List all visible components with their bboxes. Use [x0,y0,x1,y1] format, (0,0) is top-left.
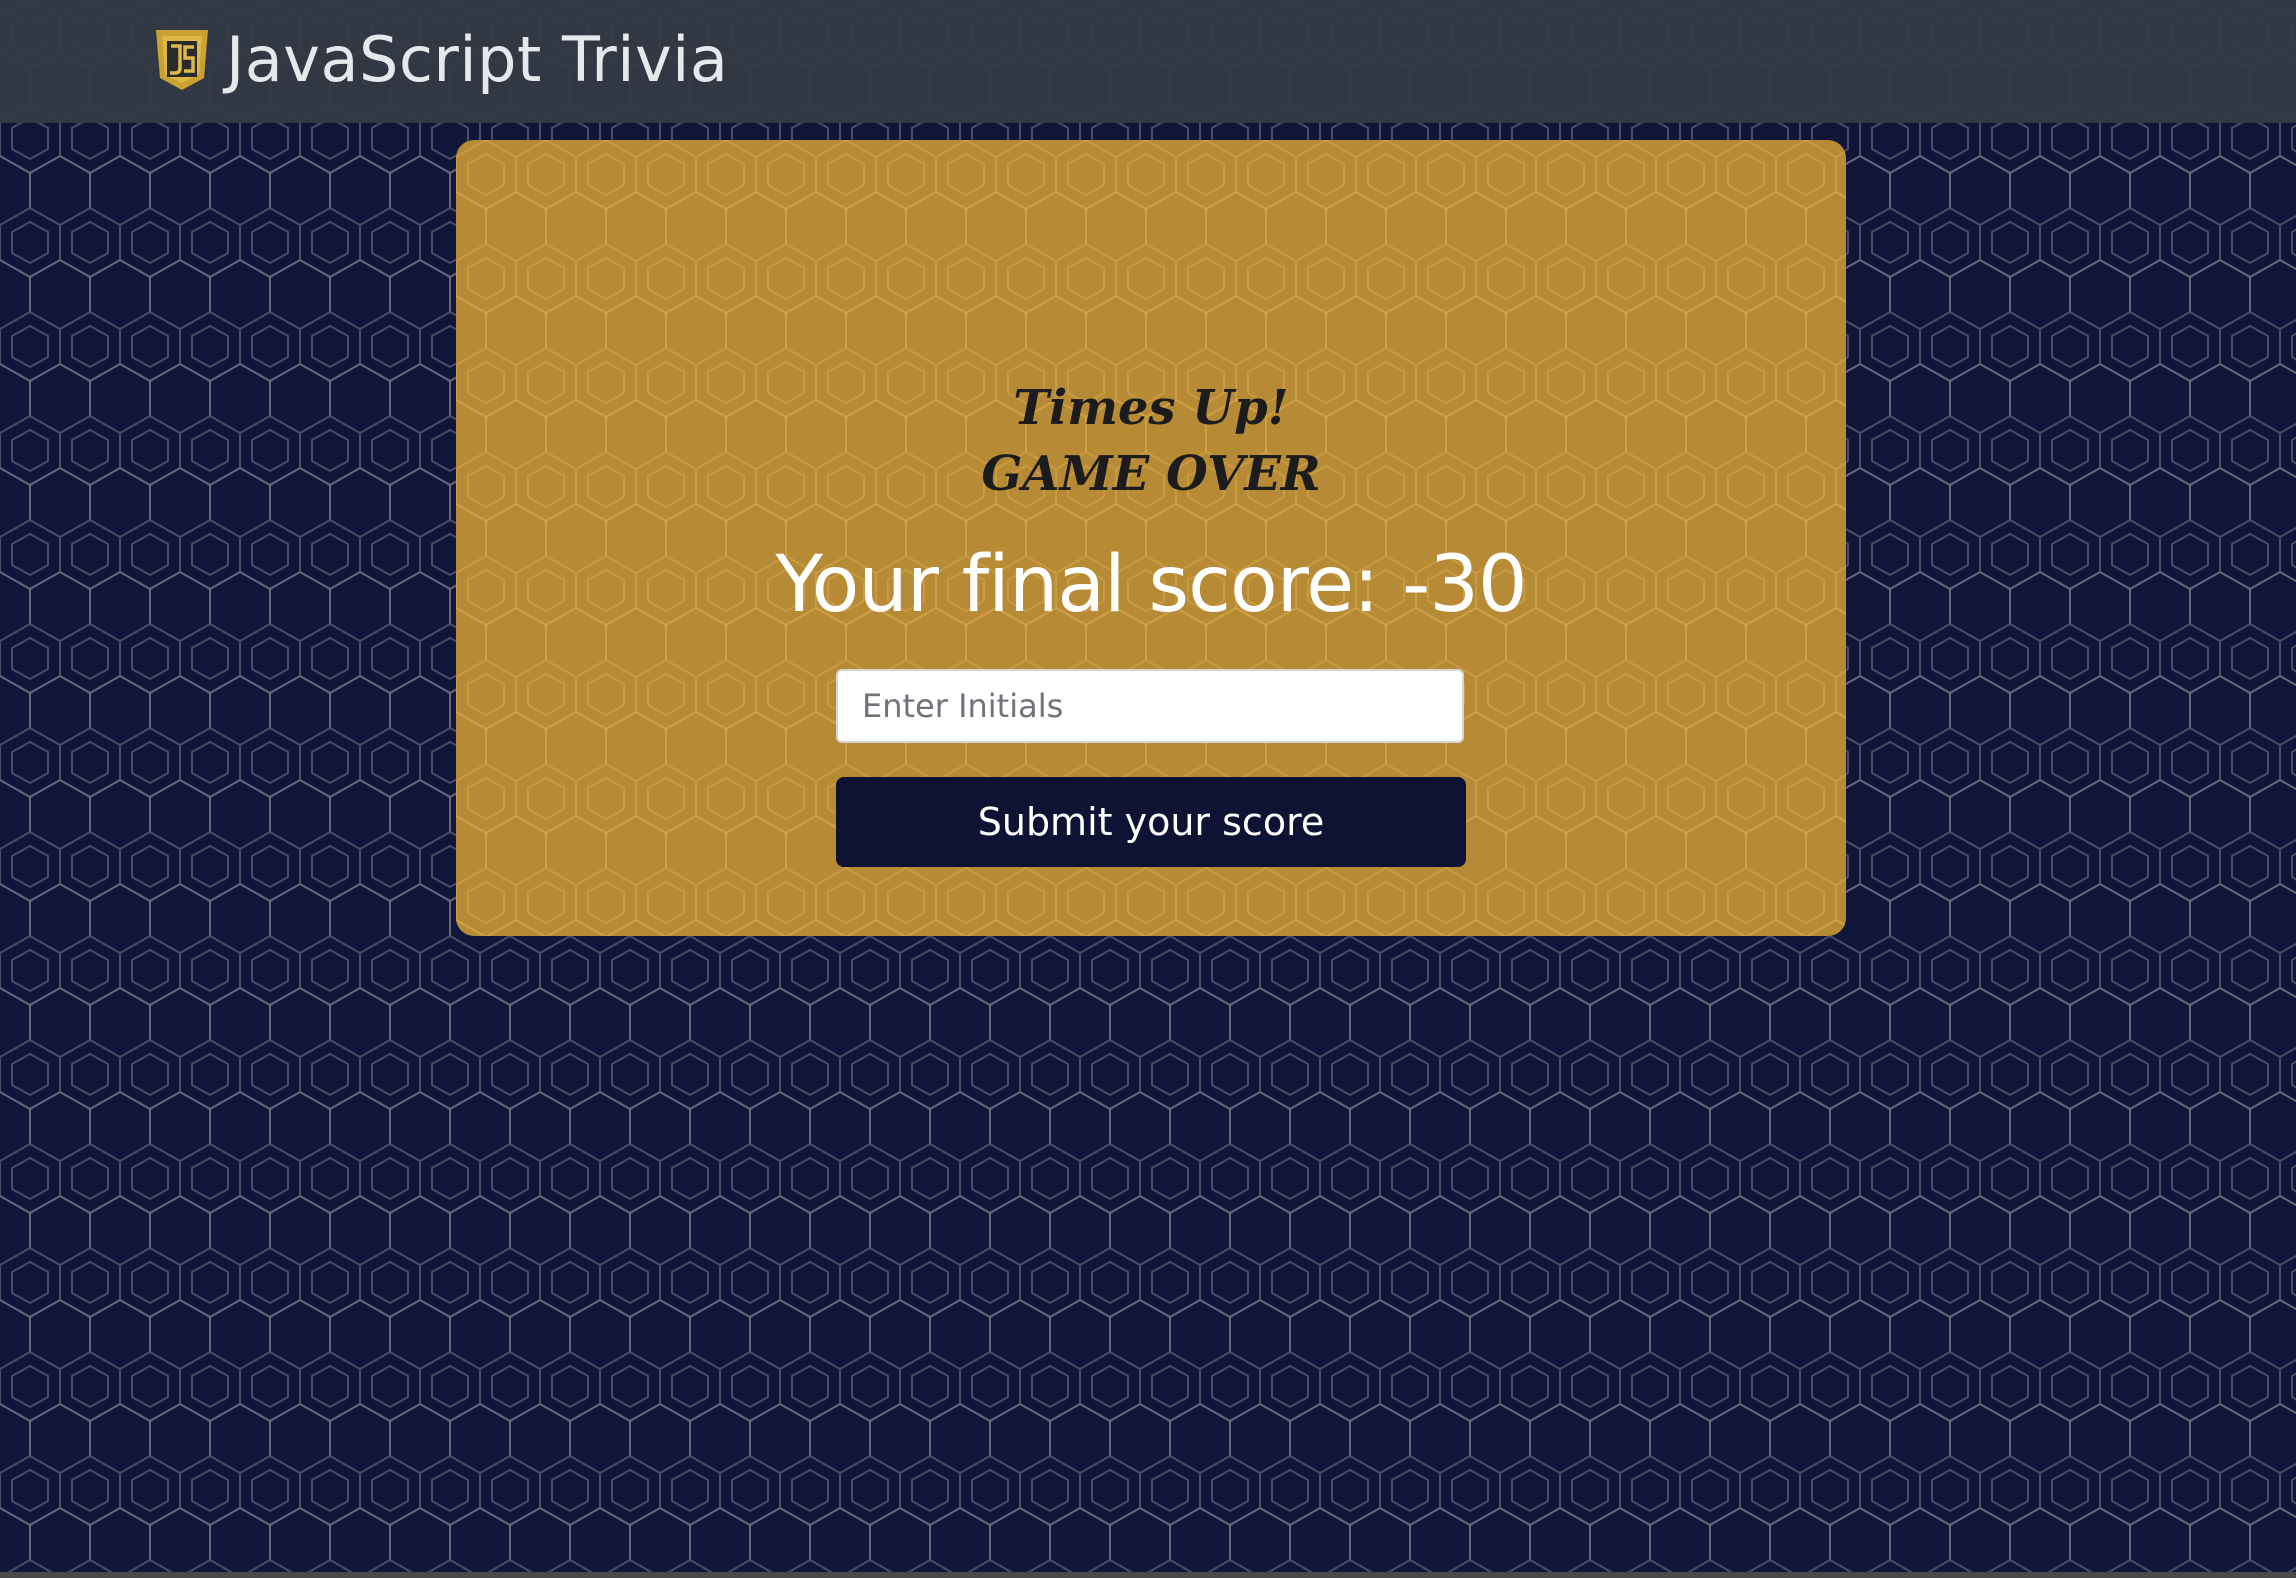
initials-input[interactable] [836,669,1464,743]
js-shield-icon [156,30,208,90]
bottom-divider [0,1572,2296,1578]
app-title: JavaScript Trivia [226,23,729,96]
final-score-text: Your final score: -30 [775,540,1527,630]
game-over-heading: GAME OVER [981,446,1321,502]
brand[interactable]: JavaScript Trivia [152,20,728,100]
submit-score-button[interactable]: Submit your score [836,777,1466,867]
game-over-card: Times Up! GAME OVER Your final score: -3… [456,140,1846,936]
times-up-heading: Times Up! [1013,380,1289,436]
top-navbar: JavaScript Trivia [0,0,2296,123]
